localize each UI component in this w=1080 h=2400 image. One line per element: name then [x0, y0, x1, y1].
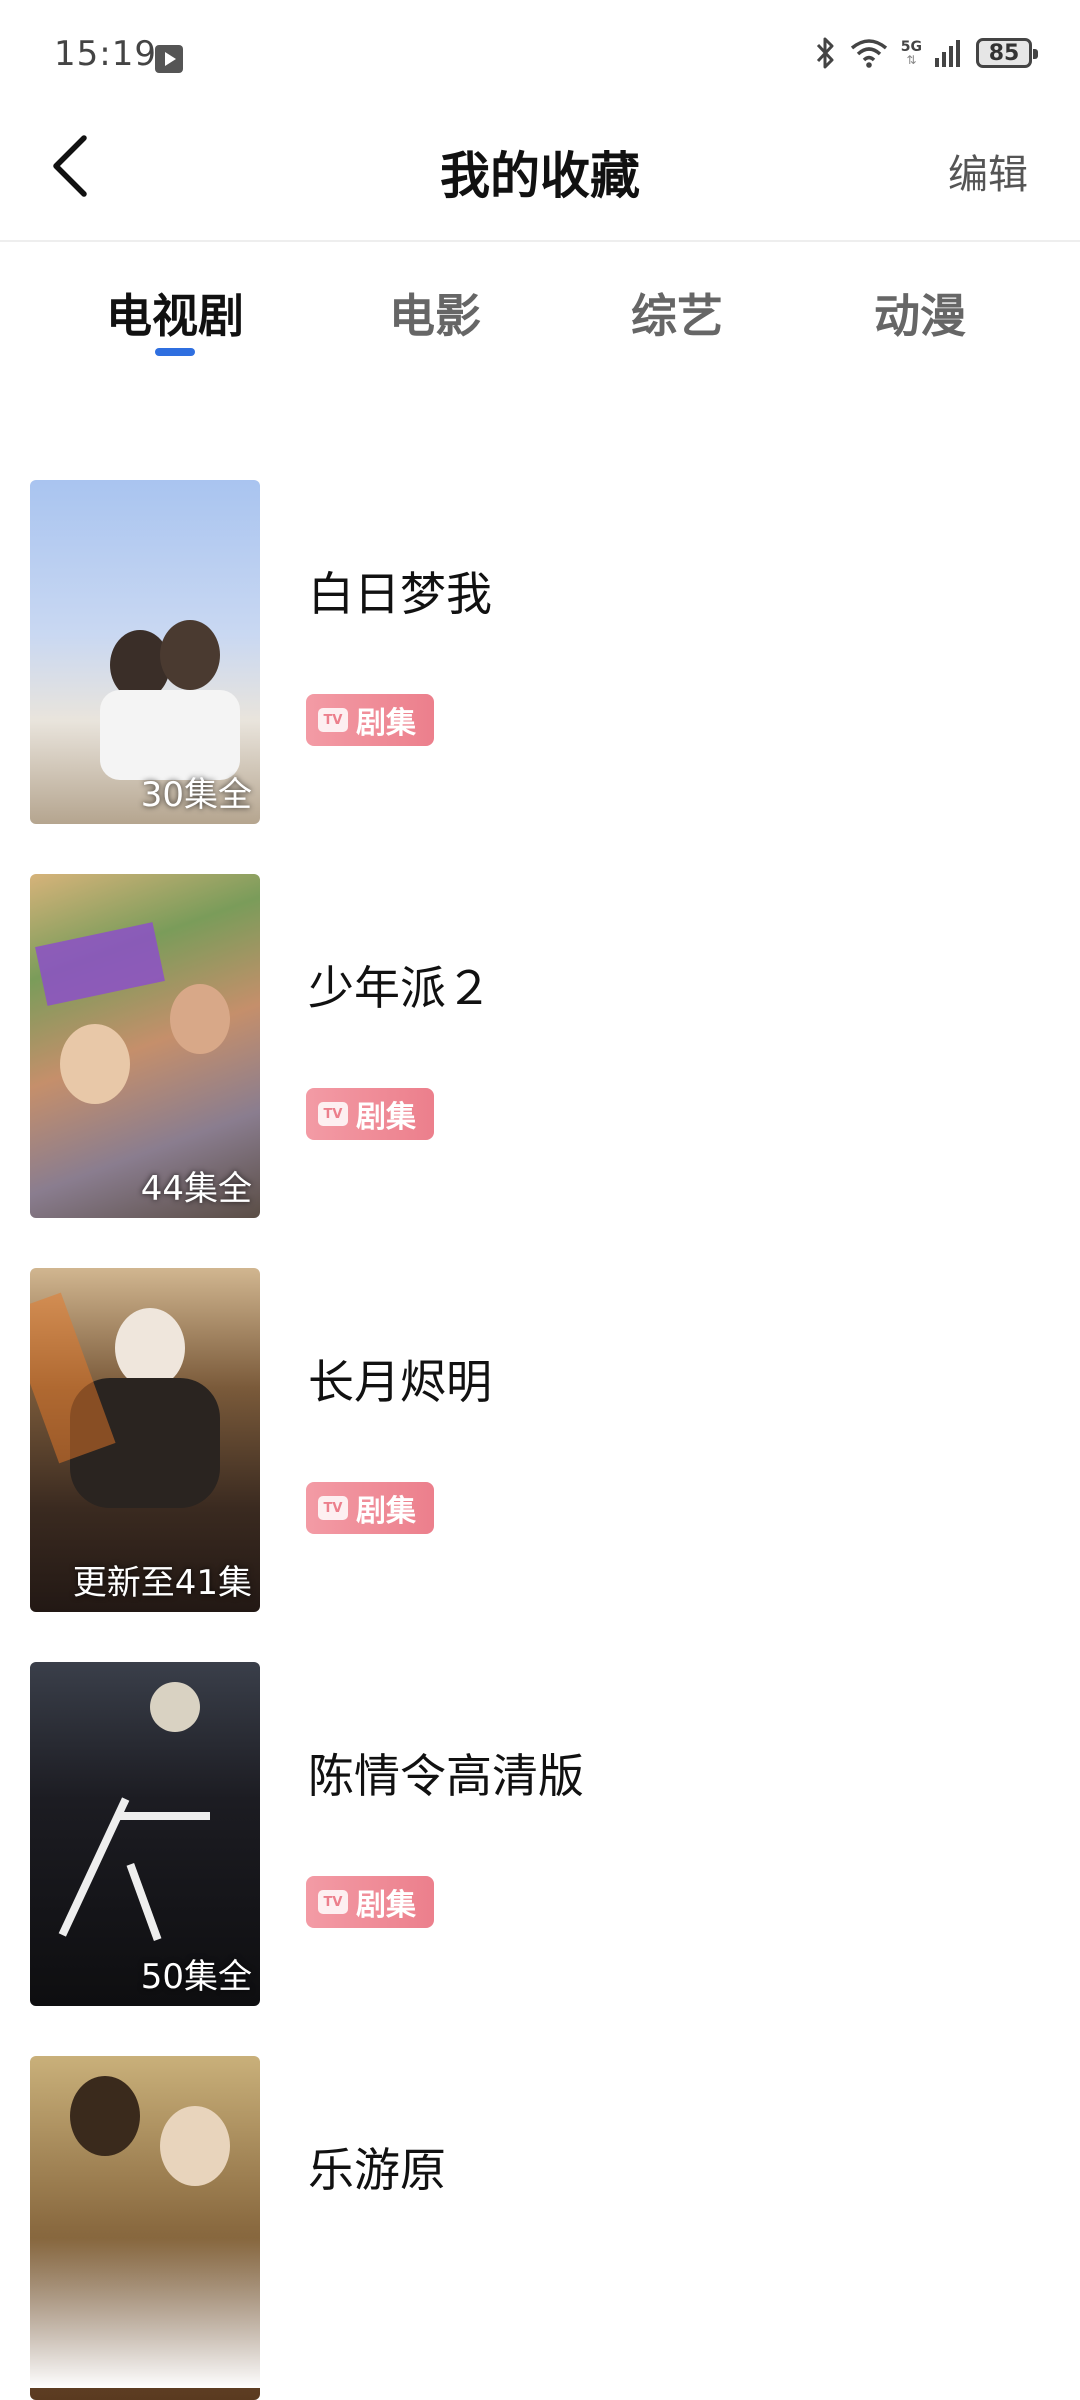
poster-figure	[58, 1797, 130, 1937]
battery-icon: 85	[976, 38, 1038, 68]
status-icons: 5G ⇅ 85	[815, 36, 1038, 70]
list-item[interactable]: 乐游原	[0, 2056, 1080, 2400]
play-icon	[155, 45, 183, 73]
bluetooth-icon	[816, 37, 834, 69]
network-label: 5G	[900, 39, 922, 55]
item-title: 乐游原	[308, 2143, 446, 2197]
data-arrows-icon: ⇅	[906, 53, 917, 67]
poster-figure	[70, 2076, 140, 2156]
list-item[interactable]: 30集全 白日梦我 TV 剧集	[0, 480, 1080, 824]
item-title: 白日梦我	[308, 567, 492, 621]
network-type: 5G ⇅	[901, 40, 922, 66]
series-tag: TV 剧集	[306, 1088, 434, 1140]
episode-badge: 50集全	[140, 1957, 252, 1997]
item-title: 少年派２	[308, 961, 492, 1015]
poster-figure	[170, 984, 230, 1054]
tag-label: 剧集	[356, 1494, 416, 1529]
header: 我的收藏 编辑	[0, 100, 1080, 242]
signal-icon	[935, 40, 960, 67]
episode-badge: 30集全	[140, 775, 252, 815]
tag-label: 剧集	[356, 1100, 416, 1135]
edit-button[interactable]: 编辑	[948, 142, 1028, 200]
tv-icon: TV	[318, 708, 348, 732]
tab-anime[interactable]: 动漫	[810, 280, 1030, 346]
poster-figure	[120, 1812, 210, 1820]
tab-variety[interactable]: 综艺	[567, 280, 787, 346]
tab-tv-series[interactable]: 电视剧	[65, 280, 285, 346]
tab-movies[interactable]: 电影	[325, 280, 545, 346]
list-item[interactable]: 44集全 少年派２ TV 剧集	[0, 874, 1080, 1218]
wifi-icon	[850, 39, 887, 68]
series-tag: TV 剧集	[306, 1876, 434, 1928]
poster-figure	[160, 2106, 230, 2186]
active-tab-indicator	[155, 348, 195, 356]
tv-icon: TV	[318, 1496, 348, 1520]
series-tag: TV 剧集	[306, 694, 434, 746]
poster-image: 50集全	[30, 1662, 260, 2006]
poster-image: 30集全	[30, 480, 260, 824]
list-item[interactable]: 更新至41集 长月烬明 TV 剧集	[0, 1268, 1080, 1612]
status-time: 15:19	[54, 34, 157, 74]
category-tabs: 电视剧 电影 综艺 动漫	[0, 260, 1080, 380]
poster-image	[30, 2056, 260, 2400]
item-title: 长月烬明	[308, 1355, 492, 1409]
episode-badge: 更新至41集	[72, 1563, 252, 1603]
poster-figure	[35, 922, 165, 1006]
tag-label: 剧集	[356, 706, 416, 741]
poster-image: 44集全	[30, 874, 260, 1218]
poster-figure	[150, 1682, 200, 1732]
tv-icon: TV	[318, 1102, 348, 1126]
page-title: 我的收藏	[440, 147, 640, 205]
poster-figure	[60, 1024, 130, 1104]
poster-figure	[115, 1308, 185, 1388]
status-bar: 15:19 5G ⇅ 85	[0, 0, 1080, 100]
tv-icon: TV	[318, 1890, 348, 1914]
poster-figure	[160, 620, 220, 690]
battery-level: 85	[988, 40, 1020, 66]
tag-label: 剧集	[356, 1888, 416, 1923]
episode-badge: 44集全	[140, 1169, 252, 1209]
list-item[interactable]: 50集全 陈情令高清版 TV 剧集	[0, 1662, 1080, 2006]
series-tag: TV 剧集	[306, 1482, 434, 1534]
item-title: 陈情令高清版	[308, 1749, 584, 1803]
poster-image: 更新至41集	[30, 1268, 260, 1612]
poster-figure	[126, 1863, 162, 1941]
